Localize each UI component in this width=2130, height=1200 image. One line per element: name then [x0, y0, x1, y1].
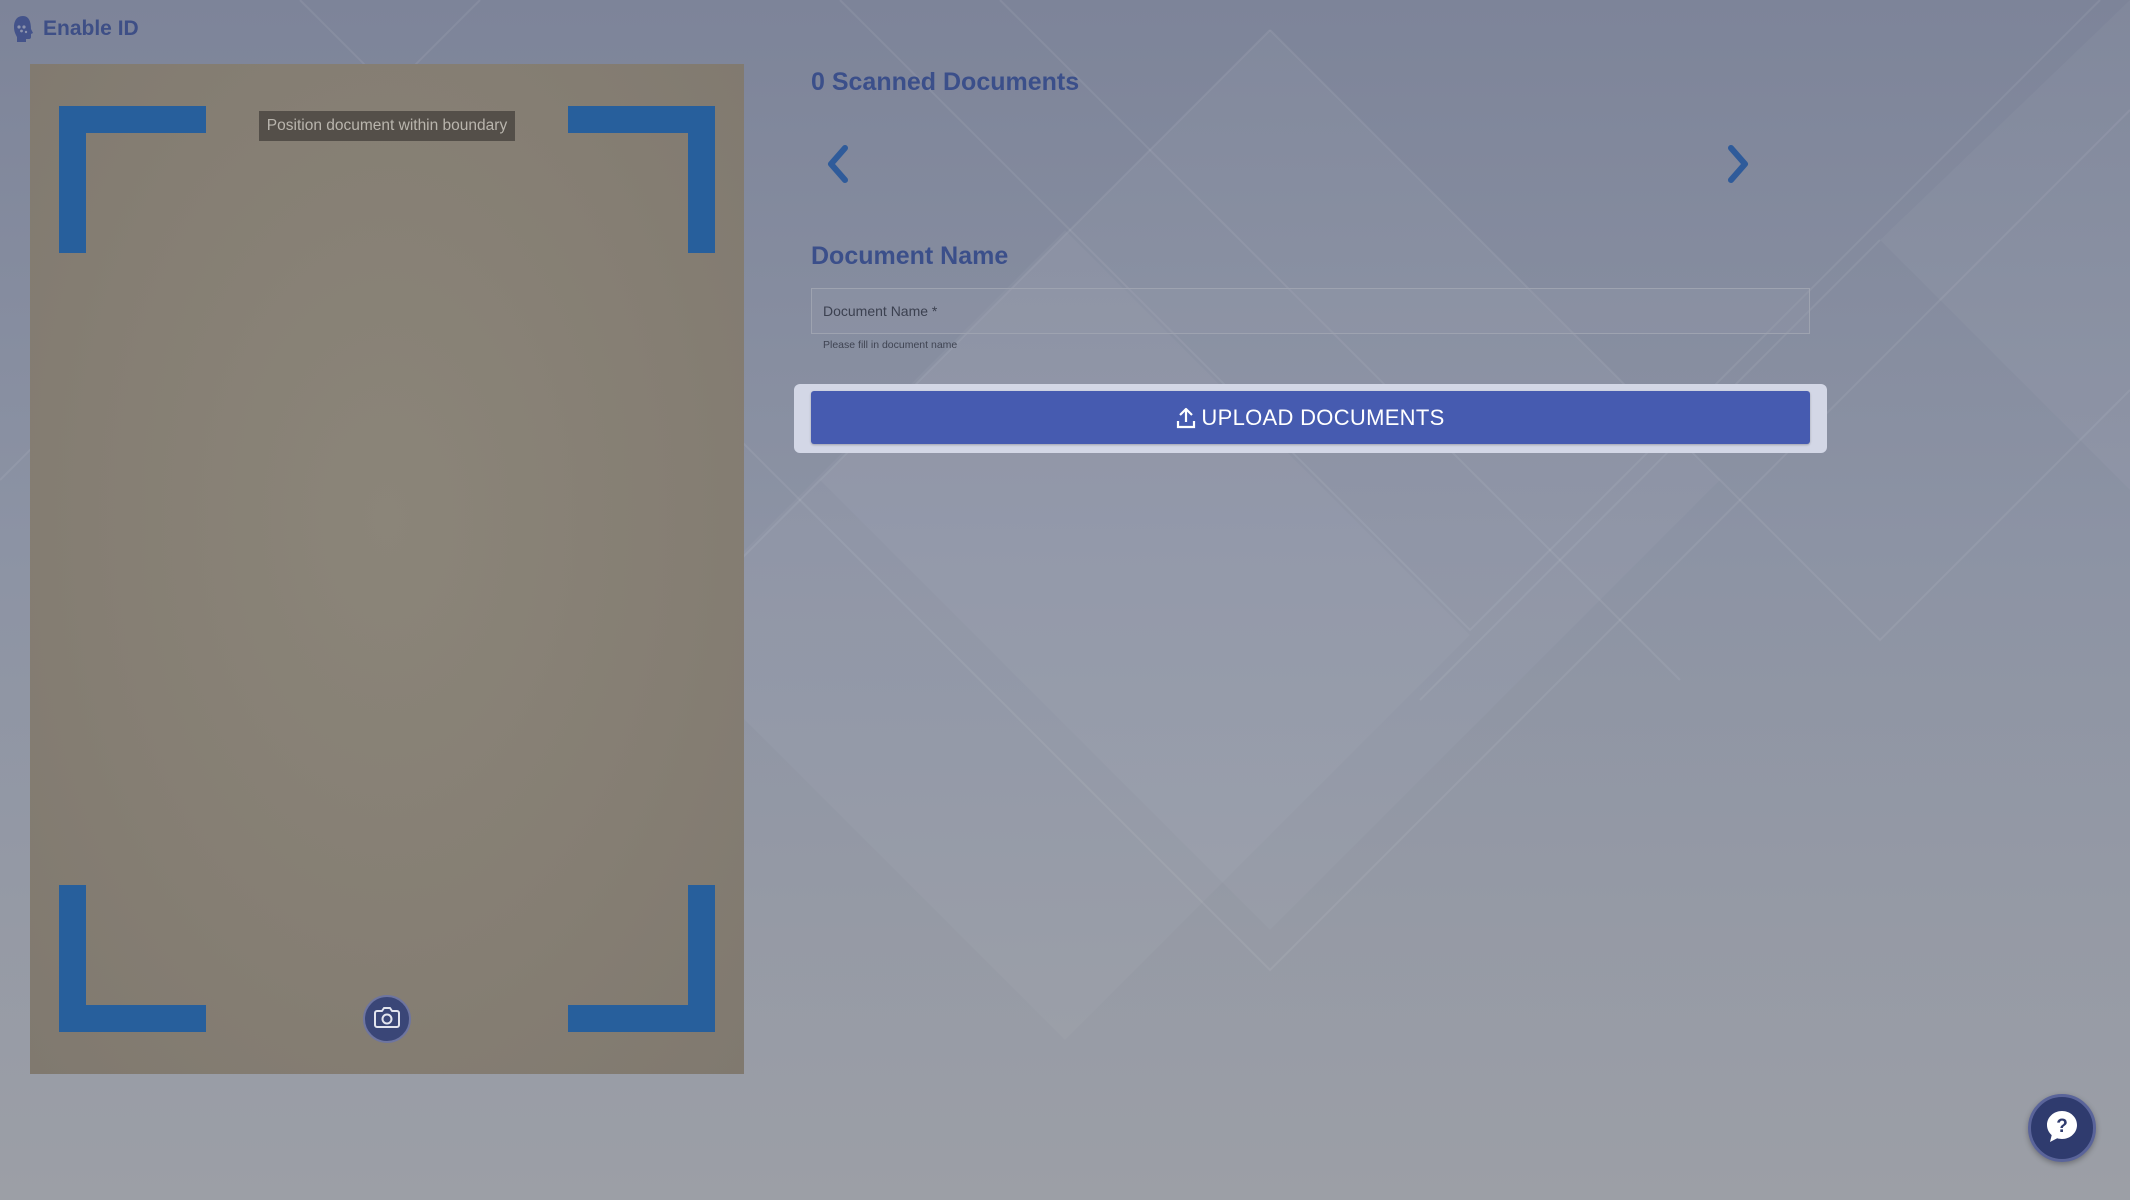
previous-document-button[interactable] — [818, 144, 858, 188]
face-silhouette-icon — [12, 15, 34, 43]
capture-button[interactable] — [363, 995, 411, 1043]
upload-documents-label: UPLOAD DOCUMENTS — [1201, 404, 1445, 430]
frame-corner-top-left — [59, 106, 206, 253]
upload-documents-button[interactable]: UPLOAD DOCUMENTS — [811, 391, 1810, 444]
frame-corner-bottom-right — [568, 885, 715, 1032]
document-name-input[interactable] — [812, 289, 1809, 333]
app-header: Enable ID — [12, 14, 139, 44]
help-symbol: ? — [2056, 1116, 2068, 1137]
position-hint: Position document within boundary — [259, 111, 515, 141]
chevron-right-icon — [1725, 144, 1751, 189]
upload-button-focus-ring: UPLOAD DOCUMENTS — [794, 384, 1827, 453]
document-name-heading: Document Name — [811, 242, 1009, 270]
next-document-button[interactable] — [1718, 144, 1758, 188]
scanned-documents-count: 0 Scanned Documents — [811, 68, 1080, 96]
document-name-field — [811, 288, 1810, 334]
frame-corner-bottom-left — [59, 885, 206, 1032]
upload-icon — [1176, 407, 1196, 429]
app-title: Enable ID — [43, 17, 139, 40]
frame-corner-top-right — [568, 106, 715, 253]
help-chat-button[interactable]: ? — [2028, 1094, 2096, 1162]
camera-viewport: Position document within boundary — [30, 64, 744, 1074]
document-name-helper: Please fill in document name — [823, 339, 958, 351]
help-chat-icon: ? — [2042, 1106, 2082, 1151]
chevron-left-icon — [825, 144, 851, 189]
camera-icon — [374, 1006, 400, 1033]
